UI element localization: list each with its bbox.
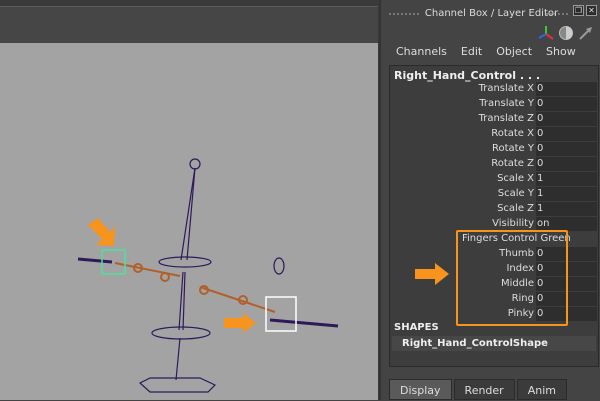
channel-row-translate-y: Translate Y0 (390, 97, 598, 112)
channel-value-field[interactable]: 1 (536, 172, 597, 186)
channel-value-field[interactable]: 0 (536, 127, 597, 141)
tab-render[interactable]: Render (453, 379, 515, 400)
channel-value-field[interactable]: 0 (536, 157, 597, 171)
channel-value-field[interactable]: 0 (536, 97, 597, 111)
channel-label: Translate Z (478, 113, 534, 124)
menu-show[interactable]: Show (546, 45, 576, 58)
chest-control (158, 256, 212, 268)
root-control (138, 377, 217, 393)
arrow-right-icon (224, 313, 256, 333)
tab-anim[interactable]: Anim (516, 379, 567, 400)
channel-label: Scale Y (497, 188, 534, 199)
panel-title: Channel Box / Layer Editor (424, 8, 559, 19)
channel-value-field[interactable]: 1 (536, 187, 597, 201)
channel-row-translate-x: Translate X0 (390, 82, 598, 97)
channel-value-field[interactable]: 0 (536, 112, 597, 126)
channel-value-field[interactable]: 0 (536, 142, 597, 156)
arrow-left-icon (88, 218, 115, 246)
waist-control (151, 326, 211, 340)
channel-row-scale-z: Scale Z1 (390, 202, 598, 217)
axis-icon[interactable] (538, 25, 554, 41)
object-name[interactable]: Right_Hand_Control . . . (394, 69, 540, 82)
shapes-header: SHAPES (394, 322, 439, 333)
arrow-highlight-icon (415, 263, 449, 285)
pole-control (273, 257, 285, 275)
channel-value-field[interactable]: 1 (536, 202, 597, 216)
channel-label: Visibility (492, 218, 534, 229)
channel-label: Rotate Z (491, 158, 534, 169)
head-control (189, 158, 201, 170)
menu-object[interactable]: Object (496, 45, 532, 58)
channel-row-translate-z: Translate Z0 (390, 112, 598, 127)
menu-edit[interactable]: Edit (461, 45, 482, 58)
menu-channels[interactable]: Channels (396, 45, 447, 58)
channel-label: Scale Z (497, 203, 534, 214)
tab-display[interactable]: Display (389, 379, 452, 400)
channel-row-rotate-x: Rotate X0 (390, 127, 598, 142)
channel-value-field[interactable]: on (536, 217, 597, 231)
channel-box: Right_Hand_Control . . . Translate X 0 Tra… (389, 65, 599, 367)
channel-row-rotate-z: Rotate Z0 (390, 157, 598, 172)
channel-label: Rotate X (491, 128, 534, 139)
channel-row-scale-x: Scale X1 (390, 172, 598, 187)
highlight-box (456, 230, 568, 326)
arrow-icon[interactable] (578, 25, 594, 41)
float-icon[interactable]: ❐ (573, 5, 584, 16)
channel-value-field[interactable]: 0 (536, 82, 597, 96)
close-icon[interactable]: ✕ (586, 5, 597, 16)
shading-icon[interactable] (558, 25, 574, 41)
channel-label: Translate Y (479, 98, 534, 109)
right-hand-control (265, 296, 297, 332)
channel-box-panel: Channel Box / Layer Editor ❐ ✕ Channels … (379, 0, 600, 400)
channel-row-scale-y: Scale Y1 (390, 187, 598, 202)
channel-label: Scale X (497, 173, 534, 184)
channel-label: Rotate Y (491, 143, 534, 154)
channel-label: Translate X (478, 83, 534, 94)
viewport[interactable] (0, 0, 379, 400)
skeleton-rig (77, 158, 339, 393)
shape-name[interactable]: Right_Hand_ControlShape (392, 336, 596, 351)
channel-row-rotate-y: Rotate Y0 (390, 142, 598, 157)
